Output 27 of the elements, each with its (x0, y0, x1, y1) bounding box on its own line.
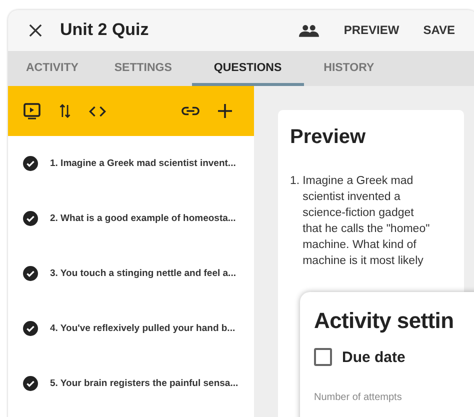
question-text: Imagine a Greek mad scientist invented a science-fiction gadget that he calls the "homeo" machine. What kind of machine is it most likely (302, 174, 431, 269)
code-icon[interactable] (89, 106, 106, 116)
check-circle-icon (23, 266, 38, 281)
question-item[interactable]: 5. Your brain registers the painful sensa... (50, 378, 238, 389)
header-action-button[interactable]: PREVIEW (334, 17, 408, 44)
preview-heading: Preview (290, 126, 367, 149)
due-date-checkbox[interactable] (314, 348, 332, 366)
add-icon[interactable] (218, 104, 232, 118)
people-icon[interactable] (298, 24, 319, 37)
header-action-button[interactable]: SAVE (414, 17, 464, 44)
sort-arrows-icon[interactable] (59, 103, 71, 119)
check-circle-icon (23, 376, 38, 391)
attempts-label: Number of attempts (314, 392, 403, 403)
link-icon[interactable] (181, 106, 200, 116)
due-date-label: Due date (342, 348, 406, 366)
question-item[interactable]: 4. You've reflexively pulled your hand b... (50, 323, 236, 334)
screen-play-icon[interactable] (23, 102, 41, 120)
check-circle-icon (23, 211, 38, 226)
check-circle-icon (23, 321, 38, 336)
check-circle-icon (23, 156, 38, 171)
question-item[interactable]: 3. You touch a stinging nettle and feel a... (50, 268, 236, 279)
dialog-title: Activity settin (314, 308, 455, 334)
question-item[interactable]: 1. Imagine a Greek mad scientist invent... (50, 158, 236, 169)
close-icon[interactable] (29, 24, 42, 37)
question-number: 1. (290, 174, 300, 189)
quiz-title: Unit 2 Quiz (60, 20, 150, 40)
question-item[interactable]: 2. What is a good example of homeosta... (50, 213, 236, 224)
